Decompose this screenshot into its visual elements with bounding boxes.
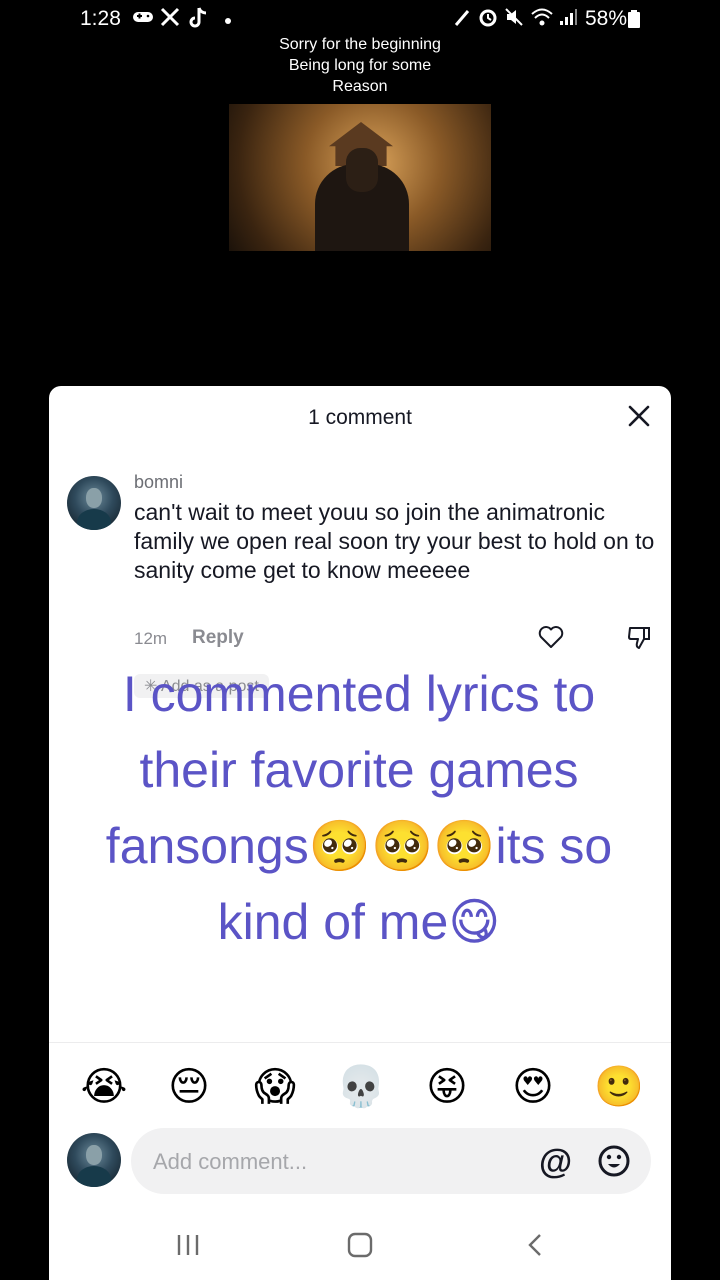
reply-button[interactable]: Reply bbox=[192, 627, 244, 649]
current-user-avatar[interactable] bbox=[67, 1133, 121, 1187]
emoji-smile-button[interactable]: 🙂 bbox=[594, 1062, 644, 1112]
signal-icon bbox=[558, 7, 578, 33]
mention-at-icon[interactable]: @ bbox=[539, 1143, 572, 1182]
comment-time: 12m bbox=[134, 629, 168, 648]
caption-line: Being long for some bbox=[288, 57, 432, 74]
emoji-bar-divider bbox=[49, 1042, 671, 1043]
recent-apps-icon[interactable] bbox=[175, 1232, 201, 1263]
back-icon[interactable] bbox=[523, 1232, 549, 1263]
battery-level: 58% bbox=[585, 7, 628, 30]
dislike-icon[interactable] bbox=[627, 625, 651, 656]
emoji-picker-icon[interactable] bbox=[597, 1144, 631, 1183]
caption-line: Sorry for the beginning bbox=[279, 36, 441, 53]
comment-input-box[interactable]: @ bbox=[131, 1128, 651, 1194]
emoji-heart-eyes-button[interactable]: 😍 bbox=[508, 1062, 558, 1112]
emoji-pensive-button[interactable]: 😔 bbox=[164, 1062, 214, 1112]
video-thumbnail[interactable] bbox=[229, 104, 491, 251]
video-caption: Sorry for the beginning Being long for s… bbox=[180, 34, 540, 97]
emoji-screaming-button[interactable]: 😱 bbox=[250, 1062, 300, 1112]
status-time: 1:28 bbox=[80, 7, 121, 30]
mute-icon bbox=[504, 7, 524, 33]
heart-icon[interactable] bbox=[538, 625, 564, 654]
avatar-body bbox=[76, 1166, 112, 1187]
alarm-icon bbox=[478, 7, 498, 33]
avatar[interactable] bbox=[67, 476, 121, 530]
overlay-caption: I commented lyrics to their favorite gam… bbox=[105, 666, 613, 950]
caption-line: Reason bbox=[332, 78, 388, 95]
avatar-head bbox=[85, 487, 103, 509]
game-controller-icon bbox=[132, 7, 154, 31]
comment-count-title: 1 comment bbox=[308, 406, 412, 429]
avatar-head bbox=[85, 1144, 103, 1166]
emoji-crying-button[interactable]: 😭 bbox=[79, 1062, 129, 1112]
comment-input[interactable] bbox=[151, 1146, 515, 1178]
comment-sheet: 1 comment bomni can't wait to meet youu … bbox=[49, 386, 671, 1280]
comment-text: can't wait to meet youu so join the anim… bbox=[134, 499, 655, 583]
battery-icon bbox=[628, 10, 640, 34]
home-icon[interactable] bbox=[347, 1232, 373, 1263]
tiktok-icon bbox=[188, 7, 208, 35]
system-navigation-bar bbox=[49, 1216, 671, 1280]
thumbnail-face bbox=[346, 148, 378, 192]
pen-icon bbox=[454, 7, 472, 33]
emoji-skull-button[interactable]: 💀 bbox=[336, 1062, 386, 1112]
comment-username[interactable]: bomni bbox=[134, 472, 183, 493]
emoji-tongue-button[interactable]: 😝 bbox=[422, 1062, 472, 1112]
close-icon[interactable] bbox=[625, 402, 653, 430]
notification-dot-icon bbox=[224, 9, 232, 31]
wifi-icon bbox=[530, 7, 554, 33]
x-app-icon bbox=[160, 7, 180, 33]
avatar-body bbox=[76, 509, 112, 530]
